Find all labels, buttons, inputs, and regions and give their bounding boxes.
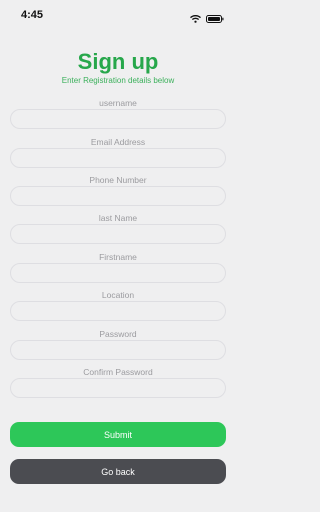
confirm-password-label: Confirm Password (83, 367, 153, 377)
page-subtitle: Enter Registration details below (61, 76, 175, 85)
location-input[interactable] (10, 301, 226, 321)
email-label: Email Address (90, 137, 146, 147)
username-label: username (99, 98, 137, 108)
last-name-input[interactable] (10, 224, 226, 244)
confirm-password-input[interactable] (10, 378, 226, 398)
status-icons (190, 10, 224, 28)
wifi-icon (190, 10, 201, 28)
password-label: Password (99, 329, 137, 339)
username-input[interactable] (10, 109, 226, 129)
phone-input[interactable] (10, 186, 226, 206)
page-title: Sign up (77, 49, 159, 74)
firstname-input[interactable] (10, 263, 226, 283)
submit-button-label: Submit (103, 429, 132, 440)
go-back-button-label: Go back (101, 466, 135, 477)
location-label: Location (101, 290, 135, 300)
battery-icon (206, 10, 224, 28)
password-input[interactable] (10, 340, 226, 360)
go-back-button[interactable]: Go back (10, 459, 226, 484)
last-name-label: last Name (98, 213, 138, 223)
status-bar: 4:45 (0, 0, 236, 32)
email-input[interactable] (10, 148, 226, 168)
status-time: 4:45 (21, 9, 44, 21)
phone-label: Phone Number (89, 175, 147, 185)
firstname-label: Firstname (99, 252, 137, 262)
submit-button[interactable]: Submit (10, 422, 226, 447)
